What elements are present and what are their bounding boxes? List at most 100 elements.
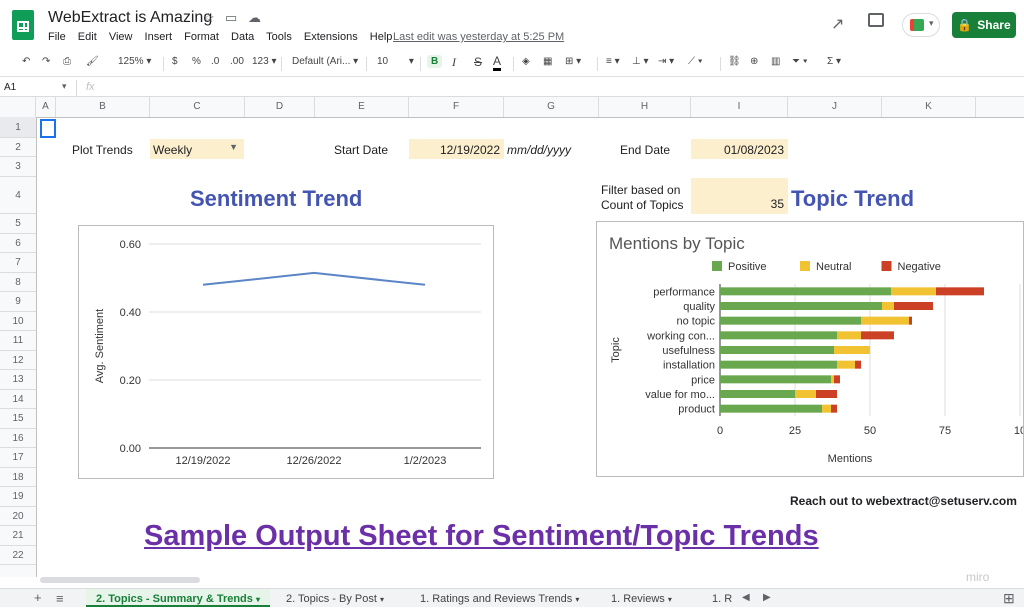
row-header-16[interactable]: 16 xyxy=(0,429,36,448)
activity-trend-icon[interactable]: ↗ xyxy=(831,14,844,34)
paint-format-icon[interactable]: 🖌 xyxy=(86,56,99,67)
column-header-j[interactable]: J xyxy=(788,97,882,117)
topic-count-filter-field[interactable]: 35 xyxy=(691,178,788,214)
row-header-10[interactable]: 10 xyxy=(0,312,36,331)
move-folder-icon[interactable]: ▭ xyxy=(225,10,237,26)
horizontal-align-icon[interactable]: ≡ ▾ xyxy=(606,56,620,67)
bold-button[interactable]: B xyxy=(427,55,443,68)
text-color-button[interactable]: A xyxy=(493,54,502,71)
row-header-8[interactable]: 8 xyxy=(0,273,36,292)
row-header-17[interactable]: 17 xyxy=(0,448,36,468)
selected-cell-a1[interactable] xyxy=(40,119,56,138)
insert-chart-icon[interactable]: ▥ xyxy=(771,56,780,67)
horizontal-scrollbar[interactable] xyxy=(40,577,200,583)
vertical-align-icon[interactable]: ⊥ ▾ xyxy=(632,56,649,67)
fill-color-icon[interactable]: ◈ xyxy=(522,56,530,67)
column-header-k[interactable]: K xyxy=(882,97,976,117)
name-box[interactable]: A1 xyxy=(4,82,16,93)
menu-help[interactable]: Help xyxy=(370,31,393,43)
filter-icon[interactable]: ⏷ ▾ xyxy=(792,56,808,67)
row-header-1[interactable]: 1 xyxy=(0,117,36,138)
functions-icon[interactable]: Σ ▾ xyxy=(827,56,841,67)
undo-icon[interactable]: ↶ xyxy=(22,56,30,67)
borders-icon[interactable]: ▦ xyxy=(543,56,552,67)
row-header-15[interactable]: 15 xyxy=(0,409,36,429)
all-sheets-menu-icon[interactable]: ≡ xyxy=(56,591,64,606)
column-header-a[interactable]: A xyxy=(36,97,56,117)
insert-comment-icon[interactable]: ⊕ xyxy=(750,56,758,67)
row-header-5[interactable]: 5 xyxy=(0,214,36,234)
row-header-6[interactable]: 6 xyxy=(0,234,36,253)
row-header-14[interactable]: 14 xyxy=(0,390,36,409)
row-header-21[interactable]: 21 xyxy=(0,526,36,546)
sheets-logo-icon[interactable] xyxy=(12,10,34,40)
column-header-e[interactable]: E xyxy=(315,97,409,117)
strikethrough-button[interactable]: S xyxy=(474,55,482,69)
share-button[interactable]: 🔒 Share xyxy=(952,12,1016,38)
row-header-20[interactable]: 20 xyxy=(0,507,36,526)
row-header-18[interactable]: 18 xyxy=(0,468,36,487)
plot-trends-dropdown[interactable]: Weekly ▼ xyxy=(150,139,244,159)
explore-icon[interactable]: ⊞ xyxy=(1003,590,1015,607)
column-header-b[interactable]: B xyxy=(56,97,150,117)
meet-button[interactable]: ▾ xyxy=(902,13,940,37)
row-header-22[interactable]: 22 xyxy=(0,546,36,565)
menu-format[interactable]: Format xyxy=(184,31,219,43)
menu-tools[interactable]: Tools xyxy=(266,31,292,43)
row-header-7[interactable]: 7 xyxy=(0,253,36,273)
select-all-corner[interactable] xyxy=(0,97,36,117)
formula-input[interactable] xyxy=(110,80,1010,96)
menu-file[interactable]: File xyxy=(48,31,66,43)
scroll-left-icon[interactable]: ◀ xyxy=(742,592,750,603)
menu-extensions[interactable]: Extensions xyxy=(304,31,358,43)
insert-link-icon[interactable]: ⛓ xyxy=(728,56,741,67)
column-header-i[interactable]: I xyxy=(691,97,788,117)
column-header-d[interactable]: D xyxy=(245,97,315,117)
font-size-select[interactable]: 10 ▾ xyxy=(377,56,414,67)
column-header-c[interactable]: C xyxy=(150,97,245,117)
italic-button[interactable]: I xyxy=(452,55,456,70)
menu-data[interactable]: Data xyxy=(231,31,254,43)
star-icon[interactable]: ☆ xyxy=(203,10,215,26)
sheet-tab-topics-by-post[interactable]: 2. Topics - By Post ▾ xyxy=(286,589,406,607)
start-date-field[interactable]: 12/19/2022 xyxy=(409,139,504,159)
chevron-down-icon[interactable]: ▾ xyxy=(62,81,67,92)
column-header-h[interactable]: H xyxy=(599,97,691,117)
text-rotation-icon[interactable]: ⟋ ▾ xyxy=(688,56,703,67)
redo-icon[interactable]: ↷ xyxy=(42,56,50,67)
end-date-field[interactable]: 01/08/2023 xyxy=(691,139,788,159)
sentiment-line-chart[interactable]: 0.00 0.20 0.40 0.60 12/19/2022 12/26/2022 1/2/… xyxy=(78,225,494,479)
percent-format-button[interactable]: % xyxy=(192,56,201,67)
last-edit-link[interactable]: Last edit was yesterday at 5:25 PM xyxy=(393,31,564,43)
print-icon[interactable]: ⎙ xyxy=(63,56,71,67)
document-title[interactable]: WebExtract is Amazing xyxy=(48,9,212,27)
zoom-select[interactable]: 125% ▾ xyxy=(118,56,151,67)
add-sheet-icon[interactable]: + xyxy=(34,590,42,605)
font-select[interactable]: Default (Ari... ▾ xyxy=(292,56,358,67)
row-header-19[interactable]: 19 xyxy=(0,487,36,507)
row-header-12[interactable]: 12 xyxy=(0,351,36,370)
row-header-11[interactable]: 11 xyxy=(0,331,36,351)
text-wrap-icon[interactable]: ⇥ ▾ xyxy=(658,56,674,67)
currency-format-button[interactable]: $ xyxy=(172,56,178,67)
row-header-13[interactable]: 13 xyxy=(0,370,36,390)
row-header-2[interactable]: 2 xyxy=(0,138,36,157)
row-header-4[interactable]: 4 xyxy=(0,177,36,214)
comment-icon[interactable] xyxy=(868,13,884,27)
decrease-decimal-button[interactable]: .0 xyxy=(211,56,219,67)
menu-edit[interactable]: Edit xyxy=(78,31,97,43)
sheet-tab-reviews[interactable]: 1. Reviews ▾ xyxy=(611,589,691,607)
sheet-tab-topics-summary[interactable]: 2. Topics - Summary & Trends ▾ xyxy=(86,589,270,607)
topic-bar-chart[interactable]: Mentions by Topic Positive Neutral Negative… xyxy=(596,221,1024,477)
number-format-select[interactable]: 123 ▾ xyxy=(252,56,277,67)
cloud-status-icon[interactable]: ☁ xyxy=(248,10,261,26)
sheet-tab-ratings-trends[interactable]: 1. Ratings and Reviews Trends ▾ xyxy=(420,589,600,607)
column-header-g[interactable]: G xyxy=(504,97,599,117)
merge-cells-icon[interactable]: ⊞ ▾ xyxy=(565,56,581,67)
row-header-3[interactable]: 3 xyxy=(0,157,36,177)
row-header-9[interactable]: 9 xyxy=(0,292,36,312)
increase-decimal-button[interactable]: .00 xyxy=(230,56,244,67)
sheet-tab-truncated[interactable]: 1. Re xyxy=(712,589,732,607)
menu-view[interactable]: View xyxy=(109,31,133,43)
menu-insert[interactable]: Insert xyxy=(145,31,173,43)
